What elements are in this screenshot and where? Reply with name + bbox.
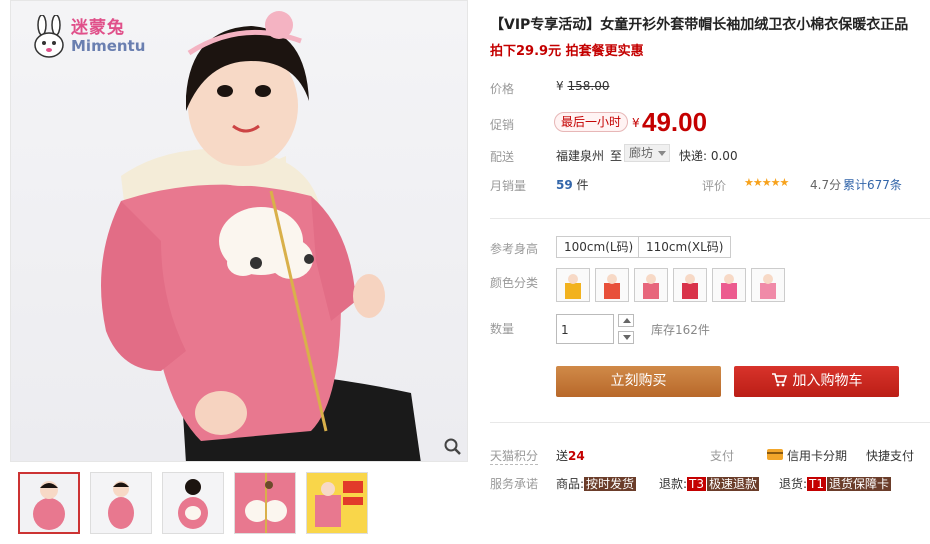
zoom-magnifier-icon[interactable]	[443, 437, 463, 457]
quantity-increase-button[interactable]	[618, 314, 634, 327]
add-to-cart-button[interactable]: 加入购物车	[734, 366, 899, 397]
size-label: 参考身高	[490, 242, 539, 256]
shipping-label: 配送	[490, 150, 515, 164]
price-label: 价格	[490, 82, 515, 96]
product-photo-illustration	[101, 11, 421, 461]
color-option-1[interactable]	[556, 268, 590, 302]
divider	[490, 218, 930, 219]
service-goods[interactable]: 商品: 按时发货	[556, 475, 637, 492]
color-option-4[interactable]	[673, 268, 707, 302]
thumbnail-4[interactable]	[234, 472, 296, 534]
promo-tag: 最后一小时	[554, 112, 629, 132]
destination-select[interactable]: 廊坊	[624, 144, 671, 162]
rating-score: 4.7分	[810, 178, 842, 192]
rating-stars-icon: ★★★★★	[744, 176, 789, 189]
brand-name-cn: 迷蒙兔	[71, 18, 125, 38]
product-info-panel: 【VIP专享活动】女童开衫外套带帽长袖加绒卫衣小棉衣保暖衣正品 拍下29.9元 …	[490, 0, 930, 544]
product-subtitle: 拍下29.9元 拍套餐更实惠	[490, 44, 644, 59]
product-gallery: 迷蒙兔 Mimentu	[10, 0, 470, 544]
service-refund[interactable]: 退款: T3 极速退款	[659, 475, 760, 492]
shipping-fee: 快递: 0.00	[679, 149, 738, 163]
current-price: 49.00	[642, 107, 708, 137]
review-count-link[interactable]: 累计677条	[843, 176, 902, 193]
ship-to-word: 至	[610, 149, 623, 163]
size-option-100[interactable]: 100cm(L码)	[556, 236, 642, 258]
promo-label: 促销	[490, 118, 515, 132]
product-title: 【VIP专享活动】女童开衫外套带帽长袖加绒卫衣小棉衣保暖衣正品	[490, 17, 909, 33]
color-option-6[interactable]	[751, 268, 785, 302]
service-label: 服务承诺	[490, 477, 539, 491]
color-option-3[interactable]	[634, 268, 668, 302]
credit-installment[interactable]: 信用卡分期	[787, 447, 847, 464]
currency-symbol: ¥	[632, 116, 640, 130]
points-value: 送24	[556, 449, 585, 463]
monthly-sales-label: 月销量	[490, 179, 527, 193]
divider	[490, 422, 930, 423]
stock-count: 库存162件	[651, 323, 710, 337]
color-option-2[interactable]	[595, 268, 629, 302]
thumbnail-5[interactable]	[306, 472, 368, 534]
credit-card-icon	[767, 449, 783, 460]
original-price: ¥ 158.00	[556, 79, 610, 93]
add-to-cart-label: 加入购物车	[792, 373, 863, 389]
size-option-110[interactable]: 110cm(XL码)	[638, 236, 732, 258]
color-option-5[interactable]	[712, 268, 746, 302]
thumbnail-2[interactable]	[90, 472, 152, 534]
color-label: 颜色分类	[490, 276, 539, 290]
payment-label: 支付	[710, 449, 735, 463]
thumbnail-strip	[18, 472, 368, 534]
buy-now-button[interactable]: 立刻购买	[556, 366, 721, 397]
quantity-decrease-button[interactable]	[618, 331, 634, 344]
monthly-sales: 59 件	[556, 178, 589, 192]
ship-from: 福建泉州	[556, 149, 605, 163]
quick-pay[interactable]: 快捷支付	[866, 447, 914, 464]
quantity-label: 数量	[490, 322, 515, 336]
brand-logo: 迷蒙兔 Mimentu	[31, 15, 145, 59]
rating-label: 评价	[702, 179, 727, 193]
thumbnail-3[interactable]	[162, 472, 224, 534]
rabbit-logo-icon	[34, 15, 64, 58]
brand-name-en: Mimentu	[71, 37, 146, 55]
thumbnail-1[interactable]	[18, 472, 80, 534]
chevron-down-icon	[658, 151, 667, 156]
service-return[interactable]: 退货: T1 退货保障卡	[779, 475, 892, 492]
cart-icon	[771, 373, 787, 387]
tmall-points-link[interactable]: 天猫积分	[490, 447, 539, 465]
quantity-input[interactable]: 1	[556, 314, 614, 344]
main-product-image[interactable]: 迷蒙兔 Mimentu	[10, 0, 468, 462]
